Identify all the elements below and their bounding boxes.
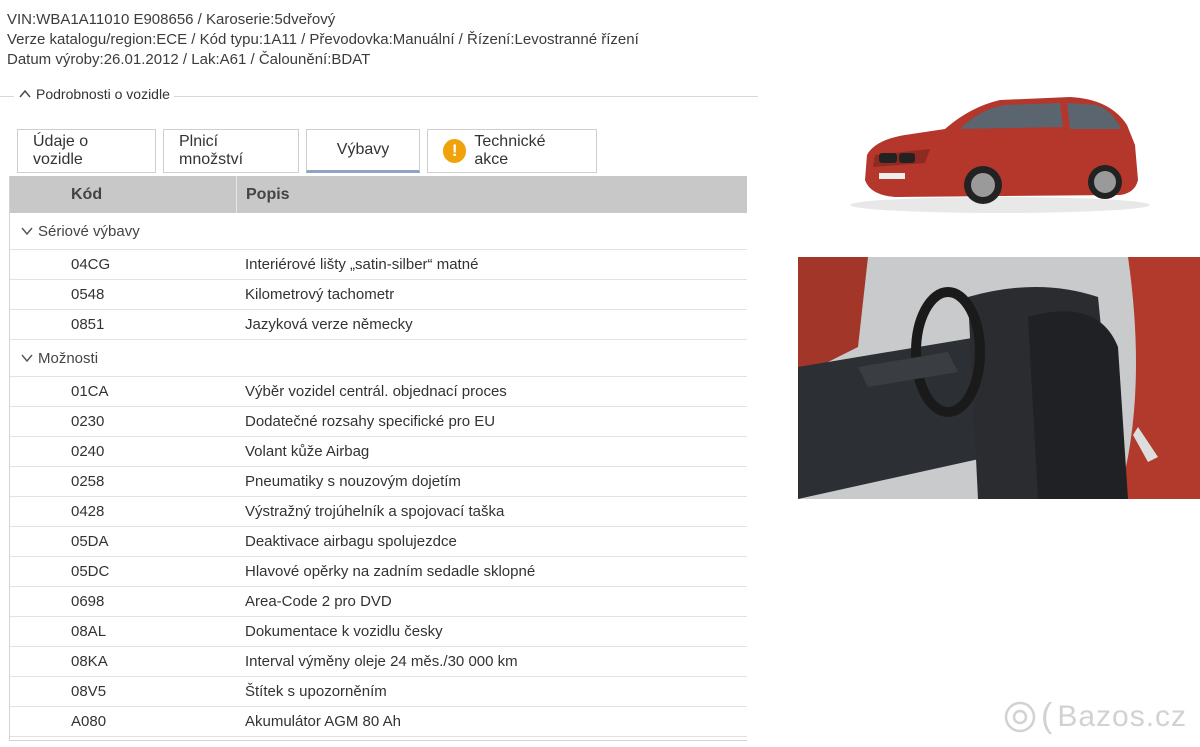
row-description: Pneumatiky s nouzovým dojetím — [245, 473, 461, 490]
watermark-bracket: ( — [1041, 697, 1054, 735]
at-sign-icon — [1004, 701, 1036, 732]
row-code: 0240 — [71, 443, 105, 460]
row-description: Štítek s upozorněním — [245, 683, 387, 700]
row-description: Deaktivace airbagu spolujezdce — [245, 533, 457, 550]
table-footer — [10, 737, 747, 741]
chevron-up-icon — [19, 89, 31, 98]
catalog-line: Verze katalogu/region:ECE / Kód typu:1A1… — [7, 31, 639, 48]
column-header-code[interactable]: Kód — [10, 186, 236, 204]
car-interior-image — [798, 257, 1200, 499]
row-description: Jazyková verze německy — [245, 316, 413, 333]
tab-vehicle-data[interactable]: Údaje o vozidle — [17, 129, 156, 173]
table-group-header[interactable]: Možnosti — [10, 340, 747, 377]
section-title: Podrobnosti o vozidle — [36, 86, 170, 102]
tab-fill-quantities[interactable]: Plnicí množství — [163, 129, 299, 173]
car-exterior-image — [850, 97, 1150, 213]
table-row[interactable]: 04CG Interiérové lišty „satin-silber“ mat… — [10, 250, 747, 280]
row-code: 08KA — [71, 653, 108, 670]
row-description: Hlavové opěrky na zadním sedadle sklopné — [245, 563, 536, 580]
table-row[interactable]: 0240 Volant kůže Airbag — [10, 437, 747, 467]
row-code: 04CG — [71, 256, 111, 273]
watermark: ( Bazos.cz — [1003, 697, 1187, 736]
table-group-header[interactable]: Sériové výbavy — [10, 213, 747, 250]
row-description: Akumulátor AGM 80 Ah — [245, 713, 401, 730]
equipment-table: Kód Popis Sériové výbavy 04CG Interiérové … — [9, 176, 747, 741]
column-header-description[interactable]: Popis — [236, 176, 290, 213]
row-description: Dodatečné rozsahy specifické pro EU — [245, 413, 496, 430]
section-toggle[interactable]: Podrobnosti o vozidle — [14, 86, 174, 102]
table-row[interactable]: 0258 Pneumatiky s nouzovým dojetím — [10, 467, 747, 497]
row-code: 0230 — [71, 413, 105, 430]
row-description: Výběr vozidel centrál. objednací proces — [245, 383, 507, 400]
tab-bar: Údaje o vozidle Plnicí množství Výbavy !… — [17, 129, 597, 174]
chevron-down-icon — [21, 227, 33, 236]
table-row[interactable]: 0698 Area-Code 2 pro DVD — [10, 587, 747, 617]
watermark-text: Bazos.cz — [1057, 699, 1188, 733]
row-description: Area-Code 2 pro DVD — [245, 593, 392, 610]
row-code: 05DA — [71, 533, 109, 550]
row-code: 0258 — [71, 473, 105, 490]
table-row[interactable]: A080 Akumulátor AGM 80 Ah — [10, 707, 747, 737]
vehicle-header: VIN:WBA1A11010 E908656 / Karoserie:5dveř… — [7, 10, 767, 70]
row-code: A080 — [71, 713, 107, 730]
row-code: 01CA — [71, 383, 109, 400]
group-title: Sériové výbavy — [38, 222, 140, 240]
row-code: 08V5 — [71, 683, 107, 700]
row-code: 0698 — [71, 593, 105, 610]
table-row[interactable]: 0548 Kilometrový tachometr — [10, 280, 747, 310]
table-row[interactable]: 08AL Dokumentace k vozidlu česky — [10, 617, 747, 647]
table-row[interactable]: 0230 Dodatečné rozsahy specifické pro EU — [10, 407, 747, 437]
production-line: Datum výroby:26.01.2012 / Lak:A61 / Čalo… — [7, 51, 371, 68]
table-row[interactable]: 01CA Výběr vozidel centrál. objednací pro… — [10, 377, 747, 407]
row-description: Výstražný trojúhelník a spojovací taška — [245, 503, 505, 520]
row-description: Interiérové lišty „satin-silber“ matné — [245, 256, 479, 273]
table-row[interactable]: 05DA Deaktivace airbagu spolujezdce — [10, 527, 747, 557]
row-description: Dokumentace k vozidlu česky — [245, 623, 443, 640]
group-title: Možnosti — [38, 349, 99, 367]
vin-line: VIN:WBA1A11010 E908656 / Karoserie:5dveř… — [7, 11, 336, 28]
tab-equipment[interactable]: Výbavy — [306, 129, 420, 173]
row-description: Volant kůže Airbag — [245, 443, 370, 460]
table-row[interactable]: 08V5 Štítek s upozorněním — [10, 677, 747, 707]
row-code: 0851 — [71, 316, 105, 333]
table-row[interactable]: 05DC Hlavové opěrky na zadním sedadle skl… — [10, 557, 747, 587]
row-description: Interval výměny oleje 24 měs./30 000 km — [245, 653, 518, 670]
table-body: Sériové výbavy 04CG Interiérové lišty „sat… — [10, 213, 747, 737]
table-header: Kód Popis — [10, 176, 747, 213]
tab-technical-actions[interactable]: ! Technické akce — [427, 129, 597, 173]
row-description: Kilometrový tachometr — [245, 286, 395, 303]
row-code: 0548 — [71, 286, 105, 303]
row-code: 05DC — [71, 563, 110, 580]
warning-icon: ! — [443, 139, 467, 163]
vehicle-details-section: Podrobnosti o vozidle — [0, 86, 758, 106]
table-row[interactable]: 08KA Interval výměny oleje 24 měs./30 000… — [10, 647, 747, 677]
chevron-down-icon — [21, 354, 33, 363]
row-code: 08AL — [71, 623, 107, 640]
row-code: 0428 — [71, 503, 105, 520]
table-row[interactable]: 0428 Výstražný trojúhelník a spojovací ta… — [10, 497, 747, 527]
table-row[interactable]: 0851 Jazyková verze německy — [10, 310, 747, 340]
